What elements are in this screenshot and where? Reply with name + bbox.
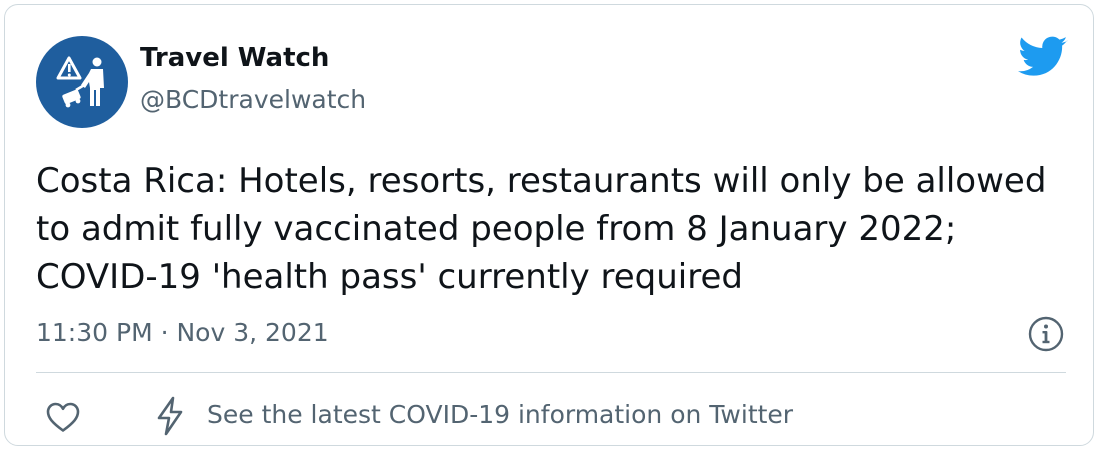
heart-icon[interactable] [43,397,83,437]
author-handle[interactable]: @BCDtravelwatch [140,85,366,114]
divider [36,372,1066,373]
author-display-name[interactable]: Travel Watch [140,43,329,73]
tweet-text-line: COVID-19 'health pass' currently require… [36,257,743,297]
lightning-bolt-icon [157,396,183,436]
avatar[interactable] [36,36,128,128]
info-icon[interactable] [1027,315,1065,353]
tweet-card[interactable]: Travel Watch @BCDtravelwatch Costa Rica:… [4,4,1094,446]
twitter-bird-icon[interactable] [1018,36,1068,78]
covid-info-link[interactable]: See the latest COVID-19 information on T… [207,400,793,429]
tweet-timestamp[interactable]: 11:30 PM · Nov 3, 2021 [36,318,329,347]
tweet-text-line: Costa Rica: Hotels, resorts, restaurants… [36,161,1047,201]
tweet-text: Costa Rica: Hotels, resorts, restaurants… [36,157,1076,301]
tweet-text-line: to admit fully vaccinated people from 8 … [36,209,957,249]
travel-warning-logo-icon [56,56,104,108]
